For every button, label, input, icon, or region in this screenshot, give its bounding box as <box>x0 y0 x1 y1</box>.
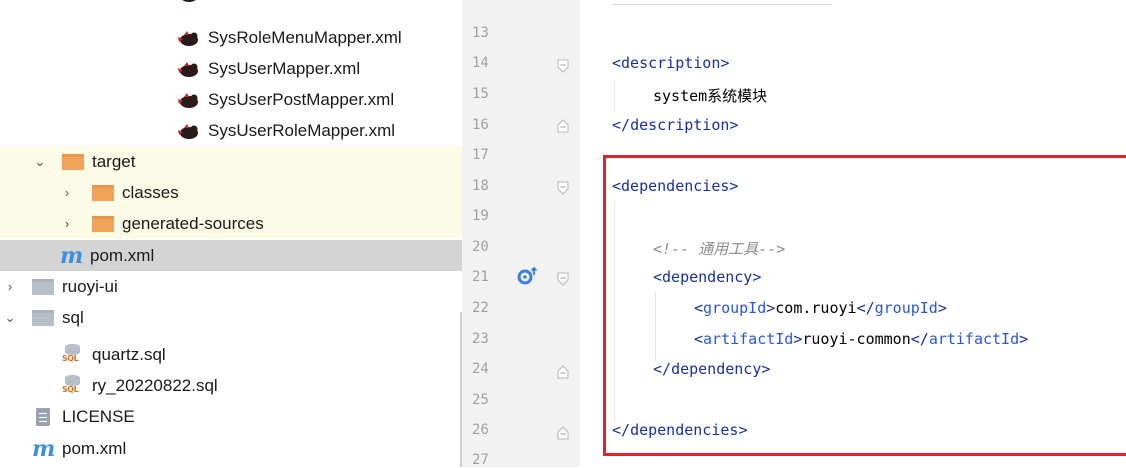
text-file-icon <box>36 407 50 426</box>
mybatis-icon <box>178 91 200 109</box>
fold-close-icon[interactable] <box>557 119 569 133</box>
folder-icon <box>92 215 114 232</box>
line-number: 16 <box>472 117 489 133</box>
line-number: 13 <box>472 25 489 41</box>
xml-tag: description <box>630 116 730 134</box>
tree-item-label: SysRoleMenuMapper.xml <box>208 27 402 47</box>
tree-item-label: ruoyi-ui <box>62 276 118 296</box>
tree-item-label: SysUserPostMapper.xml <box>208 89 395 109</box>
sql-file-icon: SQL <box>62 374 84 397</box>
tree-item-sysusermapper[interactable]: SysUserMapper.xml <box>0 53 462 84</box>
mybatis-icon <box>178 122 200 140</box>
chevron-right-icon[interactable]: › <box>3 279 17 294</box>
tree-item-partial[interactable] <box>0 0 462 9</box>
maven-update-icon[interactable] <box>516 266 540 291</box>
clipped-line <box>612 0 832 5</box>
tree-item-sysrolemenumapper[interactable]: SysRoleMenuMapper.xml <box>0 22 462 53</box>
mybatis-icon <box>178 60 200 78</box>
tree-item-root-pom-xml[interactable]: m pom.xml <box>0 433 462 464</box>
tree-item-pom-xml[interactable]: m pom.xml <box>0 240 462 271</box>
line-number: 26 <box>472 422 489 438</box>
line-number: 27 <box>472 452 489 468</box>
tree-item-classes[interactable]: › classes <box>0 177 462 208</box>
fold-open-icon[interactable] <box>557 59 569 73</box>
chevron-down-icon[interactable]: ⌄ <box>3 310 17 325</box>
tree-item-label: target <box>92 151 136 171</box>
tree-item-label: SysUserRoleMapper.xml <box>208 120 396 140</box>
line-number: 24 <box>472 361 489 377</box>
indent-guide <box>614 80 615 110</box>
line-number: 18 <box>472 178 489 194</box>
tree-item-label: generated-sources <box>122 213 264 233</box>
code-line-14: <description> <box>612 54 730 72</box>
sql-badge: SQL <box>62 353 79 363</box>
line-number: 15 <box>472 86 489 102</box>
tree-item-ry-sql[interactable]: SQL ry_20220822.sql <box>0 370 462 401</box>
maven-icon: m <box>60 242 84 269</box>
tree-item-label: sql <box>62 307 84 327</box>
fold-close-icon[interactable] <box>557 426 569 440</box>
tree-item-generated-sources[interactable]: › generated-sources <box>0 208 462 239</box>
fold-close-icon[interactable] <box>557 365 569 379</box>
line-number: 25 <box>472 392 489 408</box>
chevron-right-icon[interactable]: › <box>60 185 74 200</box>
line-number: 20 <box>472 239 489 255</box>
folder-icon <box>92 184 114 201</box>
tree-item-label: classes <box>122 182 179 202</box>
sql-file-icon: SQL <box>62 343 84 366</box>
tree-item-label: LICENSE <box>62 406 135 426</box>
tree-item-target[interactable]: ⌄ target <box>0 146 462 177</box>
maven-icon: m <box>32 435 56 462</box>
mybatis-icon <box>178 29 200 47</box>
mybatis-icon <box>178 0 200 3</box>
tree-item-label: pom.xml <box>90 245 155 265</box>
line-number: 14 <box>472 55 489 71</box>
tree-item-label: quartz.sql <box>92 344 166 364</box>
fold-open-icon[interactable] <box>557 272 569 286</box>
tree-item-sysuserpostmapper[interactable]: SysUserPostMapper.xml <box>0 84 462 115</box>
tree-item-ruoyi-ui[interactable]: › ruoyi-ui <box>0 271 462 302</box>
line-number: 23 <box>472 331 489 347</box>
project-tree: SysRoleMenuMapper.xml SysUserMapper.xml … <box>0 0 462 467</box>
chevron-right-icon[interactable]: › <box>60 216 74 231</box>
line-number: 22 <box>472 300 489 316</box>
tree-item-license[interactable]: LICENSE <box>0 401 462 432</box>
line-number: 19 <box>472 208 489 224</box>
tree-item-sql[interactable]: ⌄ sql <box>0 302 462 333</box>
chevron-down-icon[interactable]: ⌄ <box>33 154 47 169</box>
code-line-15: system系统模块 <box>653 87 768 105</box>
line-number: 21 <box>472 269 489 285</box>
sql-badge: SQL <box>62 384 79 394</box>
annotation-highlight-box <box>603 155 1126 456</box>
tree-item-quartz-sql[interactable]: SQL quartz.sql <box>0 339 462 370</box>
fold-open-icon[interactable] <box>557 181 569 195</box>
tree-item-label: SysUserMapper.xml <box>208 58 361 78</box>
xml-tag: description <box>621 54 721 72</box>
code-line-16: </description> <box>612 116 739 134</box>
folder-icon <box>32 309 54 326</box>
tree-item-label: pom.xml <box>62 438 127 458</box>
folder-icon <box>32 278 54 295</box>
tree-item-label: ry_20220822.sql <box>92 375 218 395</box>
tree-item-sysuserrolemapper[interactable]: SysUserRoleMapper.xml <box>0 115 462 146</box>
folder-icon <box>62 153 84 170</box>
line-number: 17 <box>472 147 489 163</box>
